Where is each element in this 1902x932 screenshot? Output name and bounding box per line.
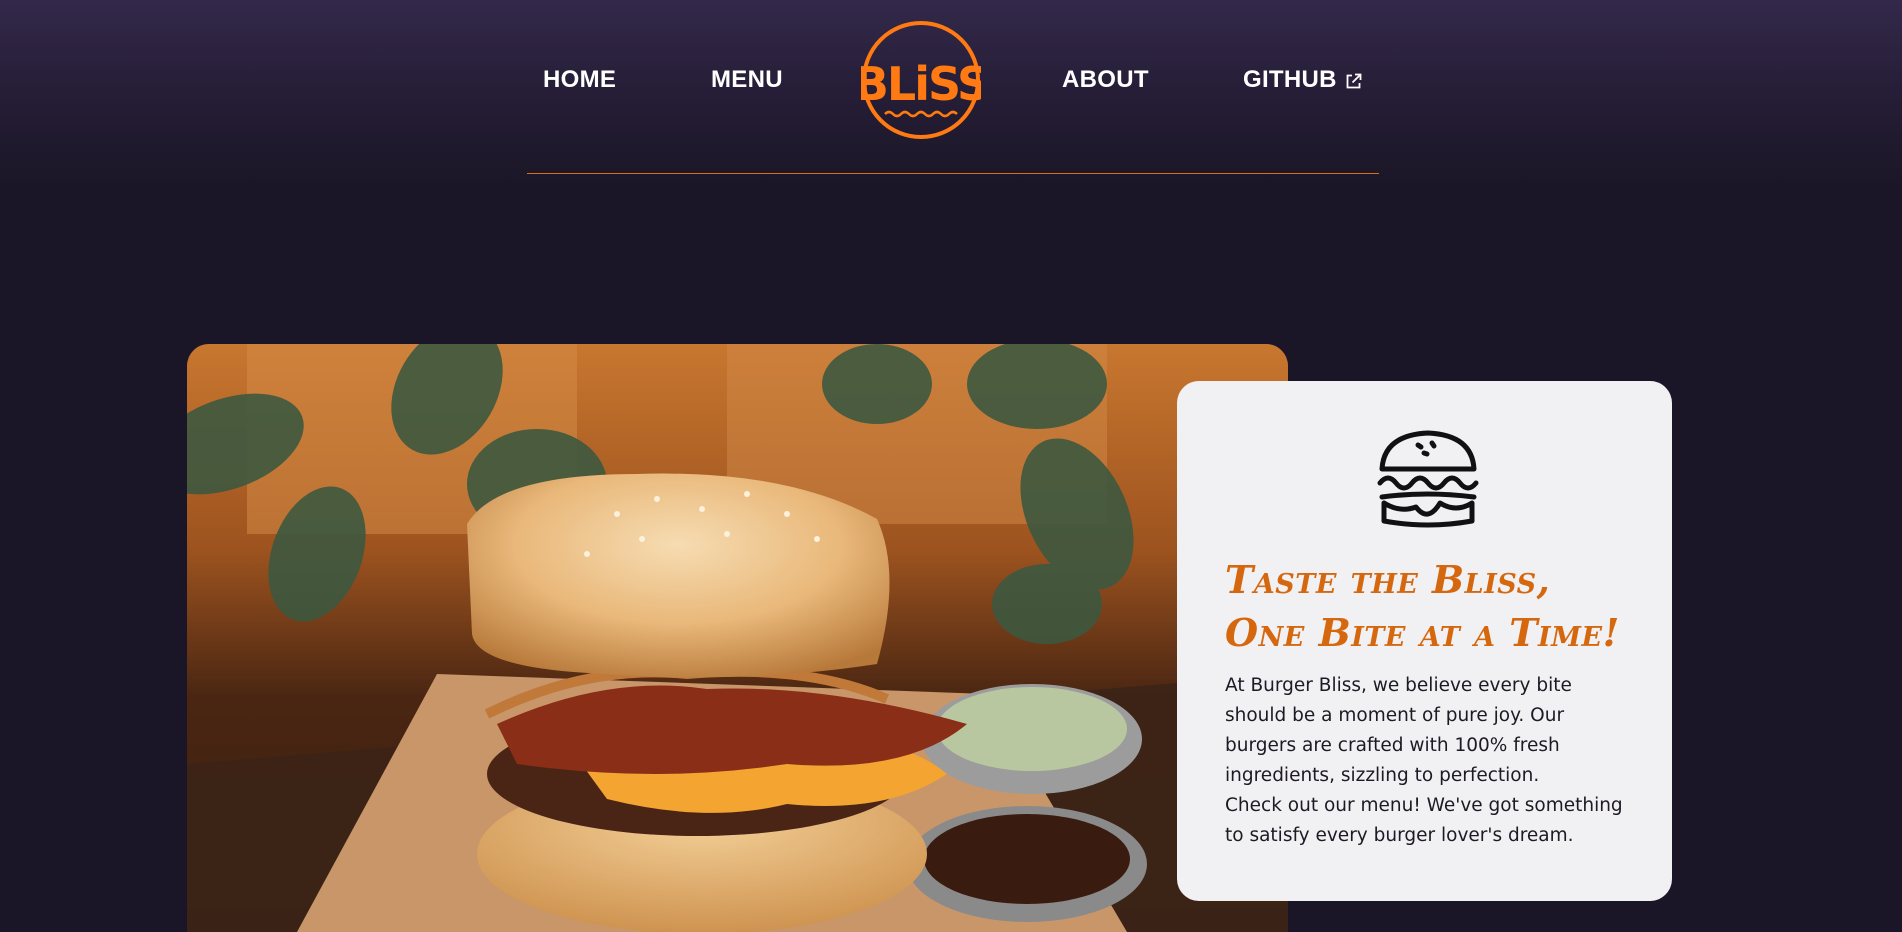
main-nav: HOME MENU BLiSS ABOUT GITHUB [527,0,1379,174]
nav-about-link[interactable]: ABOUT [1062,66,1149,94]
burger-icon [1376,429,1480,531]
svg-text:BLiSS: BLiSS [861,57,981,111]
nav-home-link[interactable]: HOME [543,66,616,94]
nav-github-link[interactable]: GITHUB [1243,66,1362,94]
card-paragraph-1: At Burger Bliss, we believe every bite s… [1225,675,1572,786]
external-link-icon [1345,69,1362,88]
header: HOME MENU BLiSS ABOUT GITHUB [0,0,1902,185]
card-headline: Taste the Bliss, One Bite at a Time! [1225,553,1645,659]
headline-line-1: Taste the Bliss, [1225,557,1551,602]
card-paragraph-2: Check out our menu! We've got something … [1225,795,1623,846]
nav-menu-link[interactable]: MENU [711,66,783,94]
hero-burger-image [187,344,1288,932]
card-body: At Burger Bliss, we believe every bite s… [1225,671,1635,851]
bliss-logo[interactable]: BLiSS [854,18,990,142]
intro-card: Taste the Bliss, One Bite at a Time! At … [1177,381,1672,901]
headline-line-2: One Bite at a Time! [1225,610,1620,655]
nav-github-label: GITHUB [1243,66,1337,93]
